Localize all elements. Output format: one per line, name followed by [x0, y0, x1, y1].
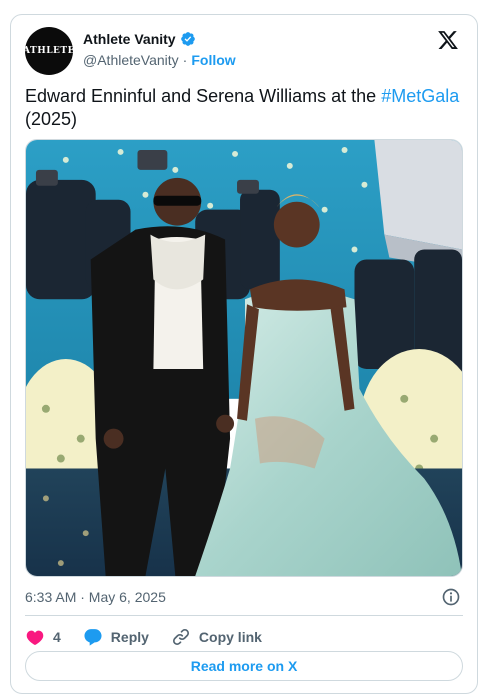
- copy-link-label: Copy link: [198, 629, 262, 645]
- tweet-header: ATHLETE Athlete Vanity @AthleteVanity · …: [23, 27, 463, 75]
- heart-icon: [26, 630, 44, 646]
- reply-button[interactable]: Reply: [83, 627, 149, 647]
- like-button[interactable]: 4: [25, 627, 61, 647]
- avatar-logo-text: ATHLETE: [23, 46, 75, 56]
- author-handle-line: @AthleteVanity · Follow: [83, 52, 236, 68]
- tweet-text-year: (2025): [25, 109, 78, 129]
- action-bar: 4 Reply Copy link: [25, 623, 463, 651]
- author-display-name[interactable]: Athlete Vanity: [83, 31, 176, 47]
- tweet-text-body: Edward Enninful and Serena Williams at t…: [25, 86, 382, 106]
- copy-link-button[interactable]: Copy link: [171, 627, 262, 647]
- x-logo-icon[interactable]: [437, 29, 459, 51]
- author-name-line: Athlete Vanity: [83, 31, 196, 47]
- tweet-photo[interactable]: [25, 139, 463, 577]
- timestamp-row: 6:33 AM · May 6, 2025: [25, 585, 463, 609]
- read-more-label: Read more on X: [190, 658, 298, 674]
- read-more-button[interactable]: Read more on X: [25, 651, 463, 681]
- handle-separator: ·: [182, 52, 188, 68]
- reply-label: Reply: [110, 629, 149, 645]
- author-handle[interactable]: @AthleteVanity: [83, 52, 179, 68]
- reply-bubble-icon: [84, 629, 102, 646]
- info-icon[interactable]: [441, 587, 461, 607]
- met-gala-photo-image: [26, 140, 462, 576]
- hashtag-link[interactable]: #MetGala: [381, 86, 459, 106]
- avatar[interactable]: ATHLETE: [23, 27, 75, 75]
- like-count: 4: [53, 629, 61, 645]
- tweet-timestamp[interactable]: 6:33 AM · May 6, 2025: [25, 589, 166, 605]
- tweet-card: ATHLETE Athlete Vanity @AthleteVanity · …: [10, 14, 478, 694]
- verified-badge-icon: [180, 32, 195, 46]
- link-icon: [172, 628, 189, 646]
- divider: [25, 615, 463, 616]
- follow-button[interactable]: Follow: [191, 52, 235, 68]
- tweet-text: Edward Enninful and Serena Williams at t…: [25, 85, 461, 131]
